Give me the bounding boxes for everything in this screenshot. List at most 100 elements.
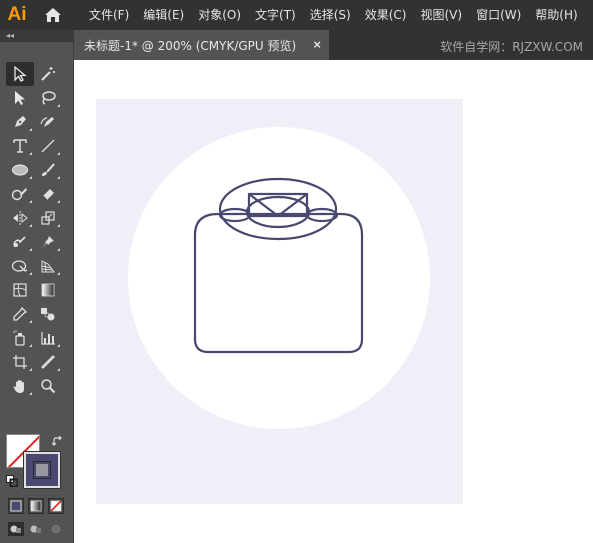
puppet-warp-tool[interactable] [34, 230, 62, 254]
perspective-grid-icon [41, 260, 55, 273]
blend-tool[interactable] [34, 302, 62, 326]
menu-object[interactable]: 对象(O) [191, 0, 248, 30]
shaper-tool[interactable] [6, 182, 34, 206]
symbol-sprayer-icon [13, 330, 25, 346]
lasso-icon [42, 91, 56, 105]
warp-tool[interactable] [6, 230, 34, 254]
menu-help[interactable]: 帮助(H) [528, 0, 584, 30]
knife-icon [41, 355, 55, 369]
magic-wand-icon [41, 67, 55, 81]
draw-inside-icon [52, 525, 60, 533]
swap-fill-stroke-icon[interactable] [52, 436, 64, 448]
menu-file[interactable]: 文件(F) [82, 0, 136, 30]
ellipse-tool[interactable] [6, 158, 34, 182]
paintbrush-icon [42, 163, 55, 176]
artboard[interactable] [96, 99, 463, 504]
eraser-tool[interactable] [34, 182, 62, 206]
document-tab-title: 未标题-1* @ 200% (CMYK/GPU 预览) [84, 38, 297, 53]
gradient-button[interactable] [28, 498, 44, 514]
magnifier-icon [41, 379, 56, 394]
menu-select[interactable]: 选择(S) [303, 0, 358, 30]
gradient-icon [41, 283, 55, 297]
gradient-tool[interactable] [34, 278, 62, 302]
selection-tool[interactable] [6, 62, 34, 86]
column-graph-icon [41, 332, 55, 345]
menu-window[interactable]: 窗口(W) [469, 0, 528, 30]
perspective-grid-tool[interactable] [34, 254, 62, 278]
home-button[interactable] [34, 0, 72, 30]
eraser-icon [42, 189, 54, 201]
document-tab[interactable]: 未标题-1* @ 200% (CMYK/GPU 预览) × [74, 30, 329, 60]
scale-icon [41, 211, 55, 225]
lasso-tool[interactable] [34, 86, 62, 110]
draw-mode-row [8, 522, 64, 536]
canvas-workspace[interactable] [74, 60, 593, 543]
reflect-tool[interactable] [6, 206, 34, 230]
background-circle [128, 127, 430, 429]
magic-wand-tool[interactable] [34, 62, 62, 86]
shape-builder-icon [11, 260, 28, 272]
menu-edit[interactable]: 编辑(E) [136, 0, 191, 30]
app-logo: Ai [7, 4, 27, 25]
type-icon [13, 139, 27, 153]
pen-icon [15, 116, 26, 127]
hand-icon [13, 380, 24, 393]
direct-selection-icon [15, 91, 25, 105]
none-button[interactable] [48, 498, 64, 514]
hand-tool[interactable] [6, 374, 34, 398]
column-graph-tool[interactable] [34, 326, 62, 350]
paintbrush-tool[interactable] [34, 158, 62, 182]
warp-icon [13, 236, 26, 248]
menu-view[interactable]: 视图(V) [413, 0, 469, 30]
none-icon [50, 500, 62, 512]
shape-builder-tool[interactable] [6, 254, 34, 278]
color-mode-row [8, 498, 64, 514]
blend-icon [41, 308, 55, 321]
fill-stroke-widget [6, 434, 66, 490]
close-icon[interactable]: × [313, 37, 321, 52]
slice-tool[interactable] [34, 350, 62, 374]
curvature-icon [40, 117, 54, 127]
artboard-tool[interactable] [6, 350, 34, 374]
artwork [128, 127, 430, 429]
gradient-mode-icon [30, 500, 42, 512]
menu-effect[interactable]: 效果(C) [358, 0, 414, 30]
pen-tool[interactable] [6, 110, 34, 134]
draw-behind-button[interactable] [28, 522, 44, 536]
eyedropper-tool[interactable] [6, 302, 34, 326]
home-icon [45, 8, 61, 22]
color-mode-icon [10, 500, 22, 512]
type-tool[interactable] [6, 134, 34, 158]
zoom-tool[interactable] [34, 374, 62, 398]
selection-arrow-icon [14, 66, 27, 82]
line-tool[interactable] [34, 134, 62, 158]
curvature-tool[interactable] [34, 110, 62, 134]
stroke-swatch[interactable] [24, 452, 60, 488]
draw-inside-button[interactable] [48, 522, 64, 536]
tool-grid [6, 62, 68, 398]
menu-type[interactable]: 文字(T) [248, 0, 303, 30]
site-watermark: 软件自学网：RJZXW.COM [440, 40, 583, 54]
draw-normal-icon [10, 525, 21, 533]
ellipse-icon [12, 164, 28, 176]
tools-panel: ◂◂ [0, 30, 74, 543]
line-segment-icon [41, 139, 55, 153]
symbol-sprayer-tool[interactable] [6, 326, 34, 350]
menu-bar: Ai 文件(F) 编辑(E) 对象(O) 文字(T) 选择(S) 效果(C) 视… [0, 0, 593, 30]
draw-behind-icon [30, 525, 41, 533]
color-button[interactable] [8, 498, 24, 514]
eyedropper-icon [13, 306, 28, 321]
reflect-icon [13, 211, 28, 225]
direct-selection-tool[interactable] [6, 86, 34, 110]
pushpin-icon [42, 236, 54, 248]
scale-tool[interactable] [34, 206, 62, 230]
draw-normal-button[interactable] [8, 522, 24, 536]
tools-panel-collapse[interactable]: ◂◂ [0, 30, 73, 42]
mesh-icon [13, 283, 27, 297]
document-tab-bar: 未标题-1* @ 200% (CMYK/GPU 预览) × 软件自学网：RJZX… [74, 30, 593, 60]
artboard-icon [13, 355, 27, 369]
menu-items: 文件(F) 编辑(E) 对象(O) 文字(T) 选择(S) 效果(C) 视图(V… [82, 0, 585, 30]
shaper-icon [11, 188, 27, 201]
mesh-tool[interactable] [6, 278, 34, 302]
default-fill-stroke-icon[interactable] [6, 475, 18, 487]
